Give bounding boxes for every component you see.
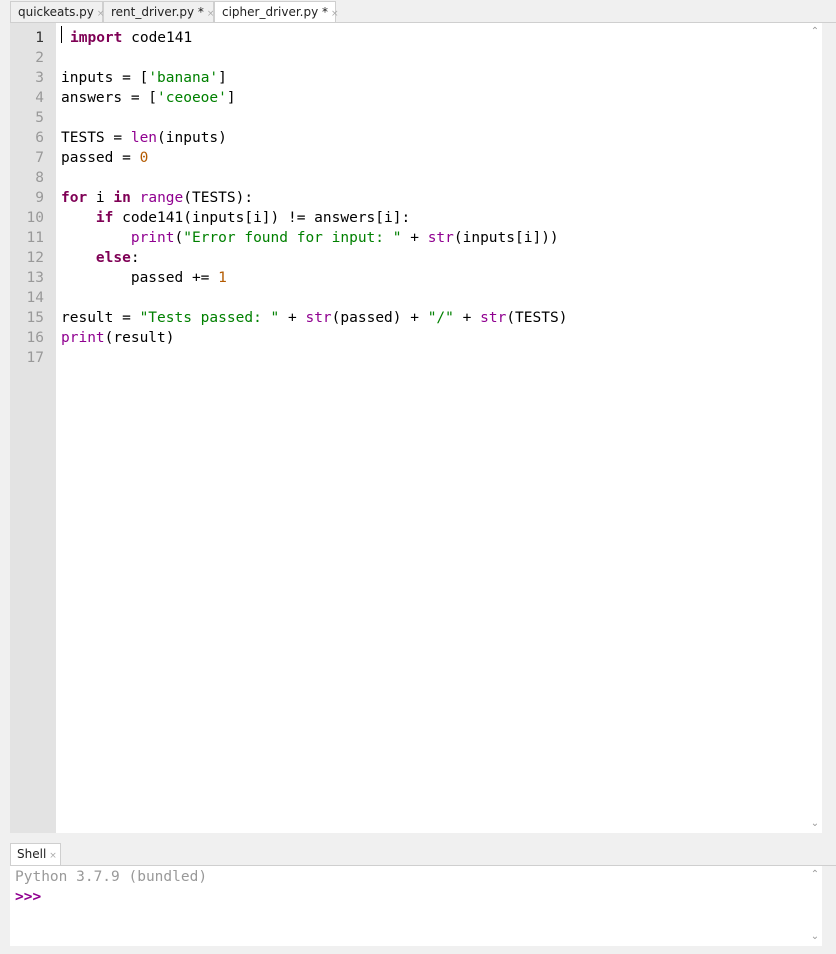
code-token: answers = [ <box>61 90 158 106</box>
string-token: 'ceoeoe' <box>157 90 227 106</box>
builtin-token: str <box>480 310 507 326</box>
line-number: 10 <box>26 210 44 226</box>
code-token: (TESTS) <box>506 310 568 326</box>
line-number: 2 <box>35 50 44 66</box>
keyword-token: for <box>61 190 88 206</box>
close-icon[interactable]: × <box>331 9 339 19</box>
line-number: 3 <box>35 70 44 86</box>
tab-shell[interactable]: Shell × <box>10 843 61 866</box>
code-token: + <box>401 230 428 246</box>
indent-token <box>61 250 96 266</box>
up-arrow-icon[interactable]: ⌃ <box>808 26 822 38</box>
line-number: 7 <box>35 150 44 166</box>
code-token: (result) <box>104 330 175 346</box>
editor-scrollbar[interactable]: ⌃ ⌄ <box>808 23 822 833</box>
line-number: 5 <box>35 110 44 126</box>
code-token: ] <box>226 90 236 106</box>
code-token: ( <box>174 230 184 246</box>
line-number: 9 <box>35 190 44 206</box>
code-token: ] <box>218 70 227 86</box>
code-token: i <box>87 190 114 206</box>
line-number-gutter: 1 2 3 4 5 6 7 8 9 10 11 12 13 14 15 16 1… <box>10 23 56 833</box>
tab-label: rent_driver.py * <box>111 5 204 19</box>
number-token: 1 <box>218 270 227 286</box>
builtin-token: print <box>61 330 105 346</box>
code-line-9[interactable]: for i in range(TESTS): <box>61 188 253 208</box>
tab-cipher-driver[interactable]: cipher_driver.py * × <box>214 1 339 23</box>
code-line-15[interactable]: result = "Tests passed: " + str(passed) … <box>61 308 567 328</box>
line-number: 17 <box>26 350 44 366</box>
line-number: 6 <box>35 130 44 146</box>
shell-prompt[interactable]: >>> <box>15 887 41 907</box>
number-token: 0 <box>139 150 149 166</box>
builtin-token: str <box>305 310 332 326</box>
code-token: (inputs) <box>157 130 227 146</box>
tab-quickeats[interactable]: quickeats.py × <box>10 1 104 22</box>
line-number: 1 <box>35 30 44 46</box>
down-arrow-icon[interactable]: ⌄ <box>808 818 822 830</box>
code-line-12[interactable]: else: <box>61 248 140 268</box>
code-token: : <box>130 250 140 266</box>
line-number: 12 <box>26 250 44 266</box>
down-arrow-icon[interactable]: ⌄ <box>808 931 822 943</box>
indent-token <box>61 210 96 226</box>
indent-token <box>61 230 131 246</box>
code-token: (TESTS): <box>183 190 254 206</box>
code-line-4[interactable]: answers = ['ceoeoe'] <box>61 88 236 108</box>
string-token: "Tests passed: " <box>139 310 280 326</box>
string-token: "Error found for input: " <box>183 230 402 246</box>
editor-tabbar: quickeats.py × rent_driver.py * × cipher_d… <box>10 0 836 23</box>
code-line-3[interactable]: inputs = ['banana'] <box>61 68 227 88</box>
code-token: + <box>279 310 306 326</box>
tab-label: quickeats.py <box>18 5 94 19</box>
keyword-token: in <box>113 190 131 206</box>
code-line-1[interactable]: import code141 <box>70 28 192 48</box>
line-number: 11 <box>26 230 44 246</box>
code-line-16[interactable]: print(result) <box>61 328 175 348</box>
code-token: (passed) + <box>331 310 428 326</box>
shell-console[interactable]: Python 3.7.9 (bundled) >>> ⌃ ⌄ <box>10 866 822 946</box>
shell-scrollbar[interactable]: ⌃ ⌄ <box>808 866 822 946</box>
code-line-6[interactable]: TESTS = len(inputs) <box>61 128 227 148</box>
line-number: 4 <box>35 90 44 106</box>
tab-label: cipher_driver.py * <box>222 5 329 19</box>
keyword-token: else <box>95 250 131 266</box>
keyword-token: if <box>95 210 114 226</box>
code-token: inputs = [ <box>61 70 149 86</box>
line-number: 14 <box>26 290 44 306</box>
code-line-7[interactable]: passed = 0 <box>61 148 148 168</box>
tab-label: Shell <box>17 847 47 861</box>
builtin-token: str <box>427 230 454 246</box>
tab-rent-driver[interactable]: rent_driver.py * × <box>103 1 214 22</box>
keyword-token: import <box>70 30 123 46</box>
line-number: 13 <box>26 270 44 286</box>
close-icon[interactable]: × <box>49 851 57 861</box>
builtin-token: len <box>130 130 158 146</box>
code-token: code141 <box>122 30 193 46</box>
code-token: result = <box>61 310 140 326</box>
code-token: code141(inputs[i]) != answers[i]: <box>113 210 411 226</box>
text-cursor <box>61 26 62 43</box>
code-token: + <box>453 310 481 326</box>
code-line-11[interactable]: print("Error found for input: " + str(in… <box>61 228 559 248</box>
code-token: TESTS = <box>61 130 131 146</box>
line-number: 15 <box>26 310 44 326</box>
code-token: (inputs[i])) <box>453 230 559 246</box>
string-token: "/" <box>427 310 454 326</box>
code-token: passed += <box>61 270 219 286</box>
shell-tabbar: Shell × <box>10 843 836 866</box>
code-editor[interactable]: 1 2 3 4 5 6 7 8 9 10 11 12 13 14 15 16 1… <box>10 23 822 833</box>
builtin-token: print <box>130 230 175 246</box>
shell-banner: Python 3.7.9 (bundled) <box>15 869 208 885</box>
line-number: 16 <box>26 330 44 346</box>
string-token: 'banana' <box>148 70 219 86</box>
up-arrow-icon[interactable]: ⌃ <box>808 869 822 881</box>
code-text-area[interactable]: import code141 inputs = ['banana'] answe… <box>56 23 822 833</box>
code-line-13[interactable]: passed += 1 <box>61 268 227 288</box>
code-line-10[interactable]: if code141(inputs[i]) != answers[i]: <box>61 208 410 228</box>
code-token: passed = <box>61 150 140 166</box>
builtin-token: range <box>139 190 184 206</box>
line-number: 8 <box>35 170 44 186</box>
